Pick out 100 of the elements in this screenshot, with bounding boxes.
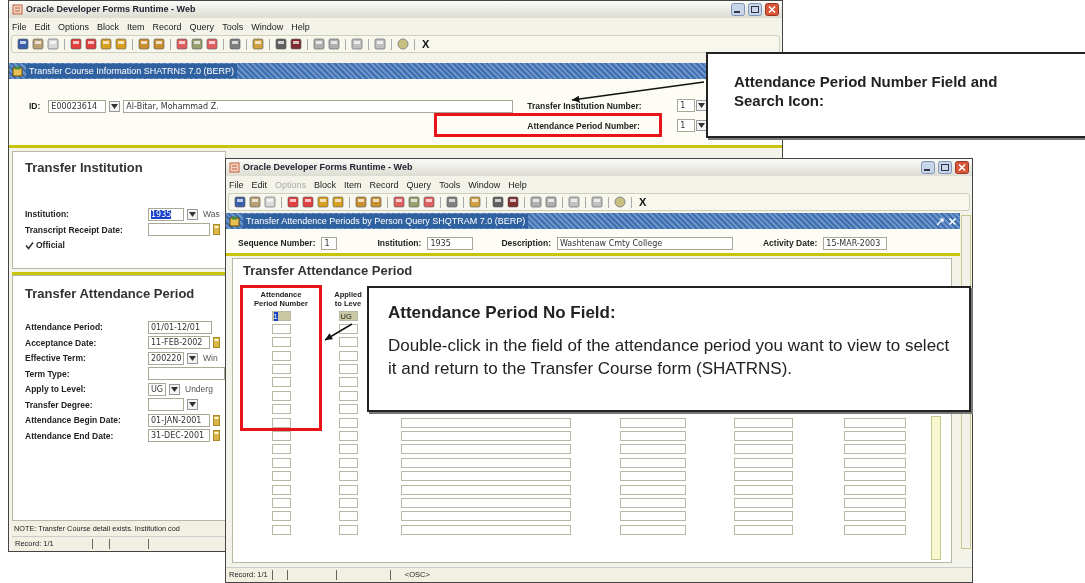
grid-cell[interactable]	[271, 404, 291, 415]
tile-icon[interactable]	[302, 196, 314, 208]
menu-item[interactable]: Window	[468, 178, 501, 191]
grid-cell[interactable]	[401, 471, 571, 482]
menu-item[interactable]: Item	[344, 178, 362, 191]
grid-cell[interactable]	[401, 431, 571, 441]
grid-cell[interactable]	[271, 444, 291, 455]
menu-item[interactable]: Tools	[439, 178, 461, 191]
grid-cell[interactable]	[734, 431, 793, 441]
grid-cell[interactable]	[401, 417, 571, 428]
minimize-icon[interactable]	[731, 3, 745, 16]
grid-cell[interactable]	[734, 457, 793, 468]
tile-icon[interactable]	[370, 196, 382, 208]
tile-icon[interactable]	[275, 38, 287, 50]
grid-cell[interactable]	[734, 524, 793, 535]
menu-item[interactable]: Item	[127, 20, 145, 33]
dropdown-button[interactable]	[187, 399, 198, 411]
grid-cell[interactable]	[338, 364, 358, 375]
dropdown-button[interactable]	[109, 100, 121, 112]
tile-icon[interactable]	[138, 38, 150, 50]
tile-icon[interactable]	[591, 196, 603, 208]
input-field[interactable]	[148, 367, 225, 381]
help-icon[interactable]	[397, 38, 409, 50]
grid-cell[interactable]	[844, 484, 906, 495]
grid-cell[interactable]	[338, 524, 358, 535]
tile-icon[interactable]	[568, 196, 580, 208]
grid-cell[interactable]	[338, 497, 358, 508]
grid-cell[interactable]	[844, 511, 906, 522]
tile-icon[interactable]	[351, 38, 363, 50]
tile-icon[interactable]	[332, 196, 344, 208]
save-icon[interactable]	[234, 196, 246, 208]
grid-cell[interactable]	[338, 390, 358, 401]
grid-cell[interactable]	[338, 511, 358, 522]
grid-cell[interactable]	[271, 524, 291, 535]
maximize-icon[interactable]	[748, 3, 762, 16]
scrollbar[interactable]	[931, 415, 941, 560]
input-field[interactable]: E00023614	[48, 99, 107, 113]
calendar-icon[interactable]	[213, 337, 220, 349]
grid-cell[interactable]	[271, 350, 291, 361]
tile-icon[interactable]	[507, 196, 519, 208]
menu-item[interactable]: File	[229, 178, 244, 191]
grid-cell[interactable]	[620, 511, 686, 522]
grid-cell[interactable]	[271, 471, 291, 482]
grid-cell[interactable]	[401, 497, 571, 508]
grid-cell[interactable]	[271, 457, 291, 468]
input-field[interactable]: 01-JAN-2001	[148, 413, 210, 427]
grid-cell[interactable]	[338, 323, 358, 334]
menu-item[interactable]: Help	[508, 178, 527, 191]
grid-cell[interactable]	[401, 444, 571, 455]
grid-cell[interactable]	[844, 444, 906, 455]
grid-cell[interactable]	[734, 417, 793, 428]
exit-button[interactable]: X	[420, 38, 432, 50]
grid-cell[interactable]	[271, 417, 291, 428]
grid-cell[interactable]	[271, 323, 291, 334]
calendar-icon[interactable]	[213, 414, 220, 426]
minimize-icon[interactable]	[921, 161, 935, 174]
tile-icon[interactable]	[469, 196, 481, 208]
menu-item[interactable]: Query	[406, 178, 432, 191]
grid-cell[interactable]	[734, 497, 793, 508]
grid-cell[interactable]	[271, 431, 291, 441]
grid-cell[interactable]	[734, 484, 793, 495]
help-icon[interactable]	[614, 196, 626, 208]
save-icon[interactable]	[17, 38, 29, 50]
grid-cell[interactable]	[338, 417, 358, 428]
grid-cell[interactable]	[844, 524, 906, 535]
menu-item[interactable]: Edit	[34, 20, 51, 33]
pin-icon[interactable]	[936, 216, 945, 226]
grid-cell[interactable]	[620, 457, 686, 468]
grid-cell[interactable]	[734, 471, 793, 482]
grid-cell[interactable]	[620, 417, 686, 428]
grid-cell[interactable]	[271, 337, 291, 348]
menu-item[interactable]: Block	[97, 20, 120, 33]
menu-item[interactable]: Record	[369, 178, 399, 191]
maximize-icon[interactable]	[938, 161, 952, 174]
calendar-icon[interactable]	[213, 430, 220, 442]
grid-cell[interactable]	[338, 444, 358, 455]
grid-cell[interactable]	[401, 457, 571, 468]
tile-icon[interactable]	[176, 38, 188, 50]
input-field[interactable]: Washtenaw Cmty College	[556, 236, 733, 250]
input-field[interactable]: 1935	[427, 236, 474, 250]
grid-cell[interactable]	[271, 377, 291, 388]
menu-item[interactable]: File	[12, 20, 27, 33]
menu-item[interactable]: Window	[251, 20, 284, 33]
tile-icon[interactable]	[70, 38, 82, 50]
grid-cell[interactable]	[844, 497, 906, 508]
tile-icon[interactable]	[446, 196, 458, 208]
input-field[interactable]: 1	[321, 236, 338, 250]
grid-cell[interactable]	[338, 484, 358, 495]
tile-icon[interactable]	[100, 38, 112, 50]
grid-cell[interactable]	[401, 511, 571, 522]
grid-cell[interactable]	[271, 497, 291, 508]
menu-item[interactable]: Edit	[251, 178, 268, 191]
tile-icon[interactable]	[252, 38, 264, 50]
grid-cell[interactable]	[338, 377, 358, 388]
menu-item[interactable]: Help	[291, 20, 310, 33]
tile-icon[interactable]	[328, 38, 340, 50]
menu-item[interactable]: Record	[152, 20, 182, 33]
input-field[interactable]: 1935	[148, 207, 184, 221]
tile-icon[interactable]	[229, 38, 241, 50]
grid-cell[interactable]	[844, 457, 906, 468]
